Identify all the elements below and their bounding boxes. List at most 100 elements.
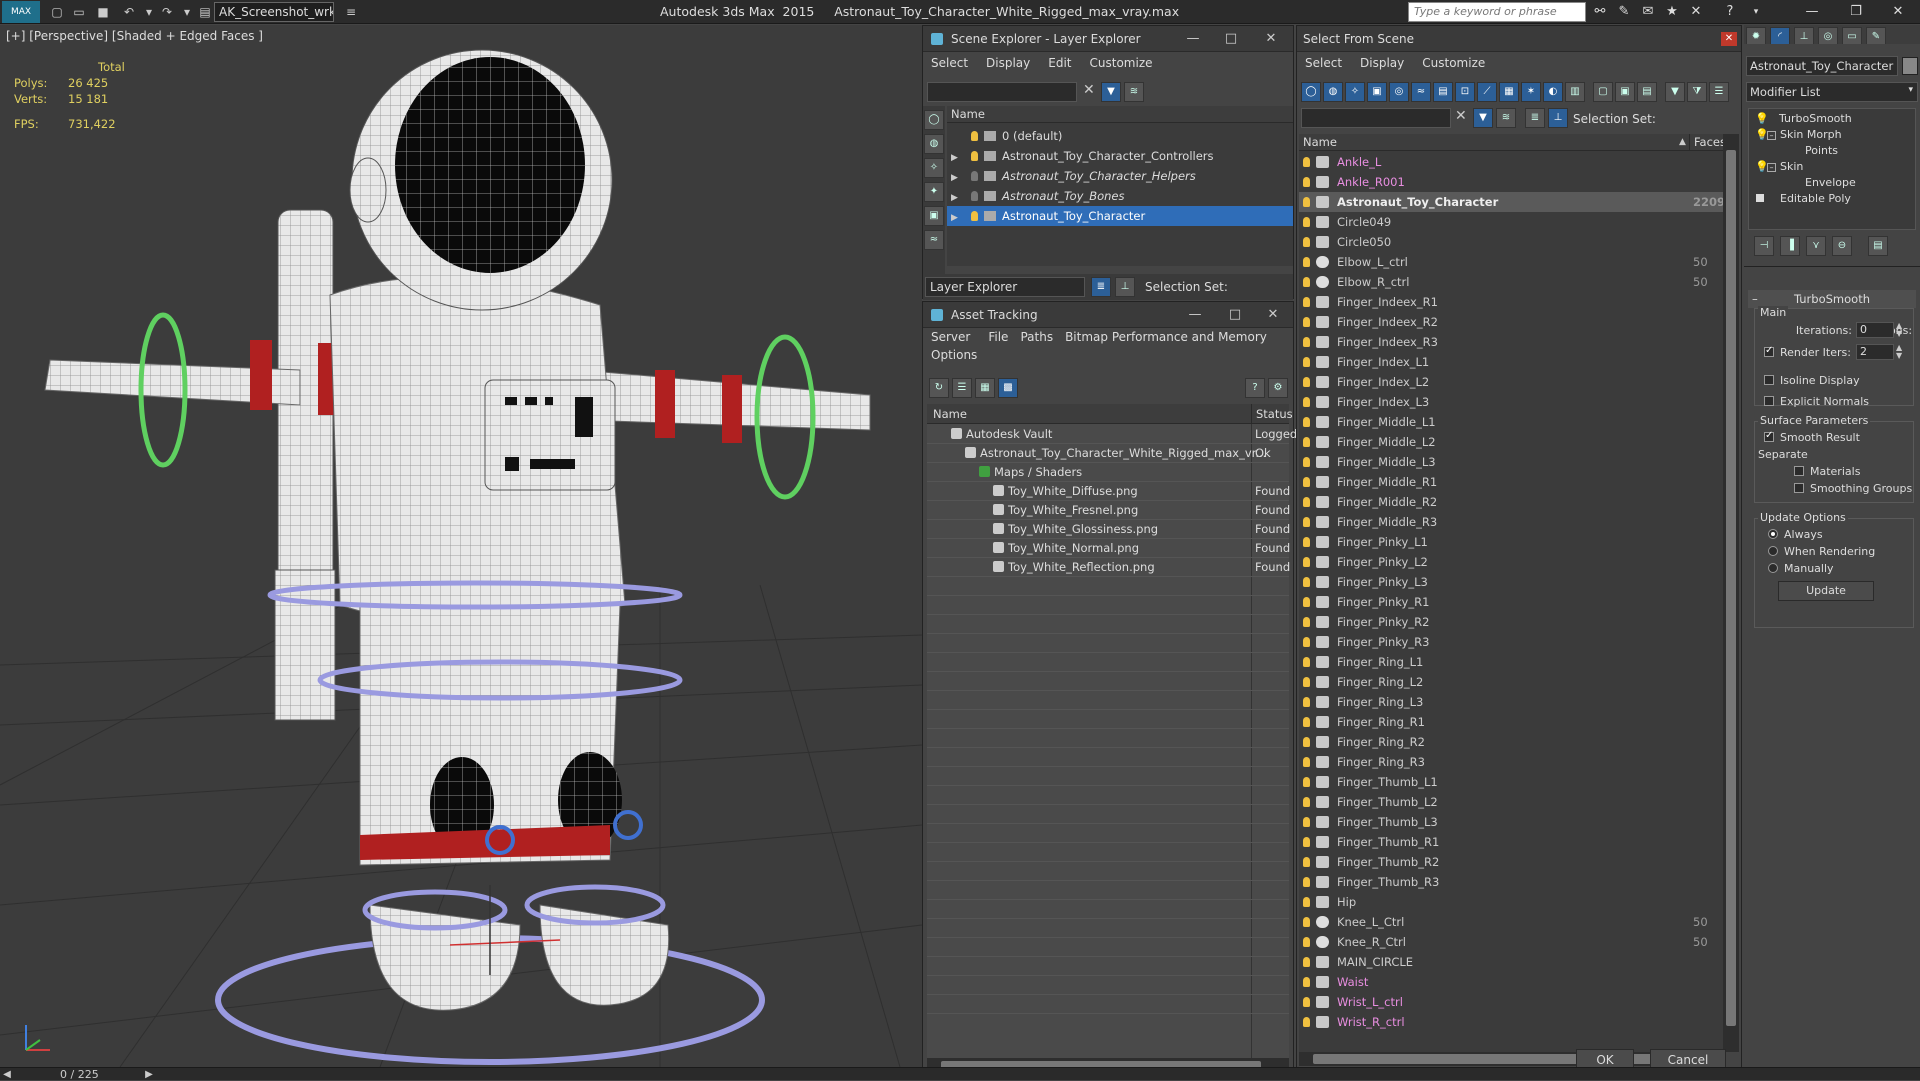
visibility-bulb-icon[interactable] <box>1303 397 1310 407</box>
menu-customize[interactable]: Customize <box>1422 56 1485 70</box>
settings-icon[interactable]: ⚙ <box>1268 378 1288 398</box>
filter-icon[interactable]: ▼ <box>1665 82 1685 102</box>
menu-edit[interactable]: Edit <box>1048 56 1071 70</box>
display-all-icon[interactable]: ▥ <box>1565 82 1585 102</box>
asset-row[interactable] <box>927 672 1289 691</box>
render-iters-spinner[interactable]: 2 <box>1856 344 1894 360</box>
scene-object-row[interactable]: Finger_Thumb_L1 <box>1299 772 1723 792</box>
visibility-bulb-icon[interactable] <box>1303 417 1310 427</box>
scene-object-row[interactable]: Wrist_L_ctrl <box>1299 992 1723 1012</box>
expand-box-icon[interactable]: – <box>1767 131 1776 140</box>
display-lights-icon[interactable]: ✧ <box>1345 82 1365 102</box>
display-geometry-icon[interactable]: ◯ <box>1301 82 1321 102</box>
visibility-bulb-icon[interactable] <box>1303 617 1310 627</box>
iterations-spinner-arrows-icon[interactable]: ▲ ▼ <box>1896 322 1902 338</box>
col-name-header[interactable]: Name <box>947 106 1293 123</box>
visibility-bulb-icon[interactable] <box>1303 757 1310 767</box>
modifier-toggle-icon[interactable]: 💡 <box>1755 159 1769 175</box>
modifier-stack-item[interactable]: 💡– Skin Morph <box>1749 127 1917 143</box>
clear-search-icon[interactable]: ✕ <box>1455 108 1467 124</box>
display-xrefs-icon[interactable]: ⊡ <box>1455 82 1475 102</box>
find-icon[interactable]: ≋ <box>1496 108 1516 128</box>
scene-object-row[interactable]: Finger_Middle_R3 <box>1299 512 1723 532</box>
visibility-bulb-icon[interactable] <box>1303 177 1310 187</box>
visibility-bulb-icon[interactable] <box>1303 817 1310 827</box>
minimize-icon[interactable]: — <box>1175 302 1215 328</box>
binoculars-icon[interactable]: ⚯ <box>1590 3 1610 21</box>
visibility-bulb-icon[interactable] <box>1303 917 1310 927</box>
select-all-icon[interactable]: ▤ <box>1637 82 1657 102</box>
app-logo[interactable]: MAX <box>2 1 40 23</box>
asset-row[interactable] <box>927 767 1289 786</box>
table-view-icon[interactable]: ▩ <box>998 378 1018 398</box>
col-name-header[interactable]: Name <box>1299 134 1723 151</box>
asset-row[interactable]: Toy_White_Diffuse.png Found <box>927 482 1290 501</box>
visibility-bulb-icon[interactable] <box>1303 897 1310 907</box>
scene-object-row[interactable]: Finger_Middle_R2 <box>1299 492 1723 512</box>
visibility-bulb-icon[interactable] <box>1303 977 1310 987</box>
menu-server[interactable]: Server <box>931 330 970 344</box>
scene-object-row[interactable]: Finger_Pinky_R2 <box>1299 612 1723 632</box>
display-helpers-icon[interactable]: ≈ <box>924 230 944 250</box>
visibility-bulb-icon[interactable] <box>1303 997 1310 1007</box>
menu-select[interactable]: Select <box>931 56 968 70</box>
workspace-dropdown[interactable]: AK_Screenshot_wrksp <box>214 2 334 22</box>
asset-row[interactable] <box>927 900 1289 919</box>
visibility-bulb-icon[interactable] <box>1303 597 1310 607</box>
visibility-bulb-icon[interactable] <box>1303 497 1310 507</box>
asset-row[interactable] <box>927 653 1289 672</box>
asset-row[interactable] <box>927 691 1289 710</box>
visibility-bulb-icon[interactable] <box>1303 277 1310 287</box>
modifier-stack-item[interactable]: Editable Poly <box>1749 191 1917 207</box>
sort-ascending-icon[interactable]: ▲ <box>1679 137 1686 147</box>
modifier-list-dropdown[interactable]: Modifier List ▾ <box>1746 82 1918 102</box>
restore-icon[interactable]: ❐ <box>1846 3 1866 21</box>
scene-object-row[interactable]: Finger_Ring_R2 <box>1299 732 1723 752</box>
asset-row[interactable] <box>927 881 1289 900</box>
layer-explorer-icon[interactable]: ≣ <box>1091 277 1111 297</box>
close-icon[interactable]: ✕ <box>1253 302 1293 328</box>
expand-box-icon[interactable]: – <box>1767 163 1776 172</box>
asset-row[interactable] <box>927 577 1289 596</box>
visibility-bulb-icon[interactable] <box>1303 577 1310 587</box>
visibility-bulb-icon[interactable] <box>1303 937 1310 947</box>
asset-row[interactable] <box>927 729 1289 748</box>
asset-row[interactable] <box>927 957 1289 976</box>
scene-object-row[interactable]: Finger_Thumb_R3 <box>1299 872 1723 892</box>
redo-icon[interactable]: ↷ <box>158 3 176 21</box>
display-none-icon[interactable]: ▢ <box>1593 82 1613 102</box>
pin-stack-icon[interactable]: ⊣ <box>1754 236 1774 256</box>
display-bones-icon[interactable]: ⟋ <box>1477 82 1497 102</box>
display-shapes-icon[interactable]: ✧ <box>924 158 944 178</box>
scene-object-row[interactable]: Finger_Pinky_R1 <box>1299 592 1723 612</box>
materials-checkbox[interactable] <box>1794 466 1804 476</box>
modifier-toggle-icon[interactable]: 💡 <box>1755 111 1769 127</box>
render-iters-spinner-arrows-icon[interactable]: ▲ ▼ <box>1896 344 1902 360</box>
visibility-bulb-icon[interactable] <box>1303 217 1310 227</box>
display-objects-icon[interactable]: ◯ <box>924 110 944 130</box>
layer-visibility-icon[interactable] <box>971 171 978 181</box>
show-end-result-icon[interactable]: ▐ <box>1780 236 1800 256</box>
layer-row[interactable]: ▶ Astronaut_Toy_Character <box>947 206 1293 226</box>
asset-row[interactable] <box>927 976 1289 995</box>
collapse-icon[interactable]: ☰ <box>1709 82 1729 102</box>
asset-row[interactable]: Toy_White_Glossiness.png Found <box>927 520 1290 539</box>
scene-object-row[interactable]: Finger_Pinky_R3 <box>1299 632 1723 652</box>
visibility-bulb-icon[interactable] <box>1303 697 1310 707</box>
scene-object-row[interactable]: Finger_Thumb_R2 <box>1299 852 1723 872</box>
smoothing-groups-checkbox[interactable] <box>1794 483 1804 493</box>
manually-radio[interactable] <box>1768 563 1778 573</box>
layer-row[interactable]: 0 (default) <box>947 126 1293 146</box>
scene-object-row[interactable]: Ankle_R001 <box>1299 172 1723 192</box>
scene-object-row[interactable]: Hip <box>1299 892 1723 912</box>
timeline-next-icon[interactable]: ▶ <box>142 1068 156 1081</box>
minimize-icon[interactable]: — <box>1802 3 1822 21</box>
scene-object-row[interactable]: Finger_Indeex_R3 <box>1299 332 1723 352</box>
isoline-checkbox[interactable] <box>1764 375 1774 385</box>
visibility-bulb-icon[interactable] <box>1303 737 1310 747</box>
asset-col-name-header[interactable]: Name <box>927 404 1289 424</box>
new-file-icon[interactable]: ▢ <box>48 3 66 21</box>
display-invert-icon[interactable]: ▣ <box>1615 82 1635 102</box>
modifier-stack-item[interactable]: Points <box>1749 143 1917 159</box>
display-cameras-icon[interactable]: ▣ <box>1367 82 1387 102</box>
